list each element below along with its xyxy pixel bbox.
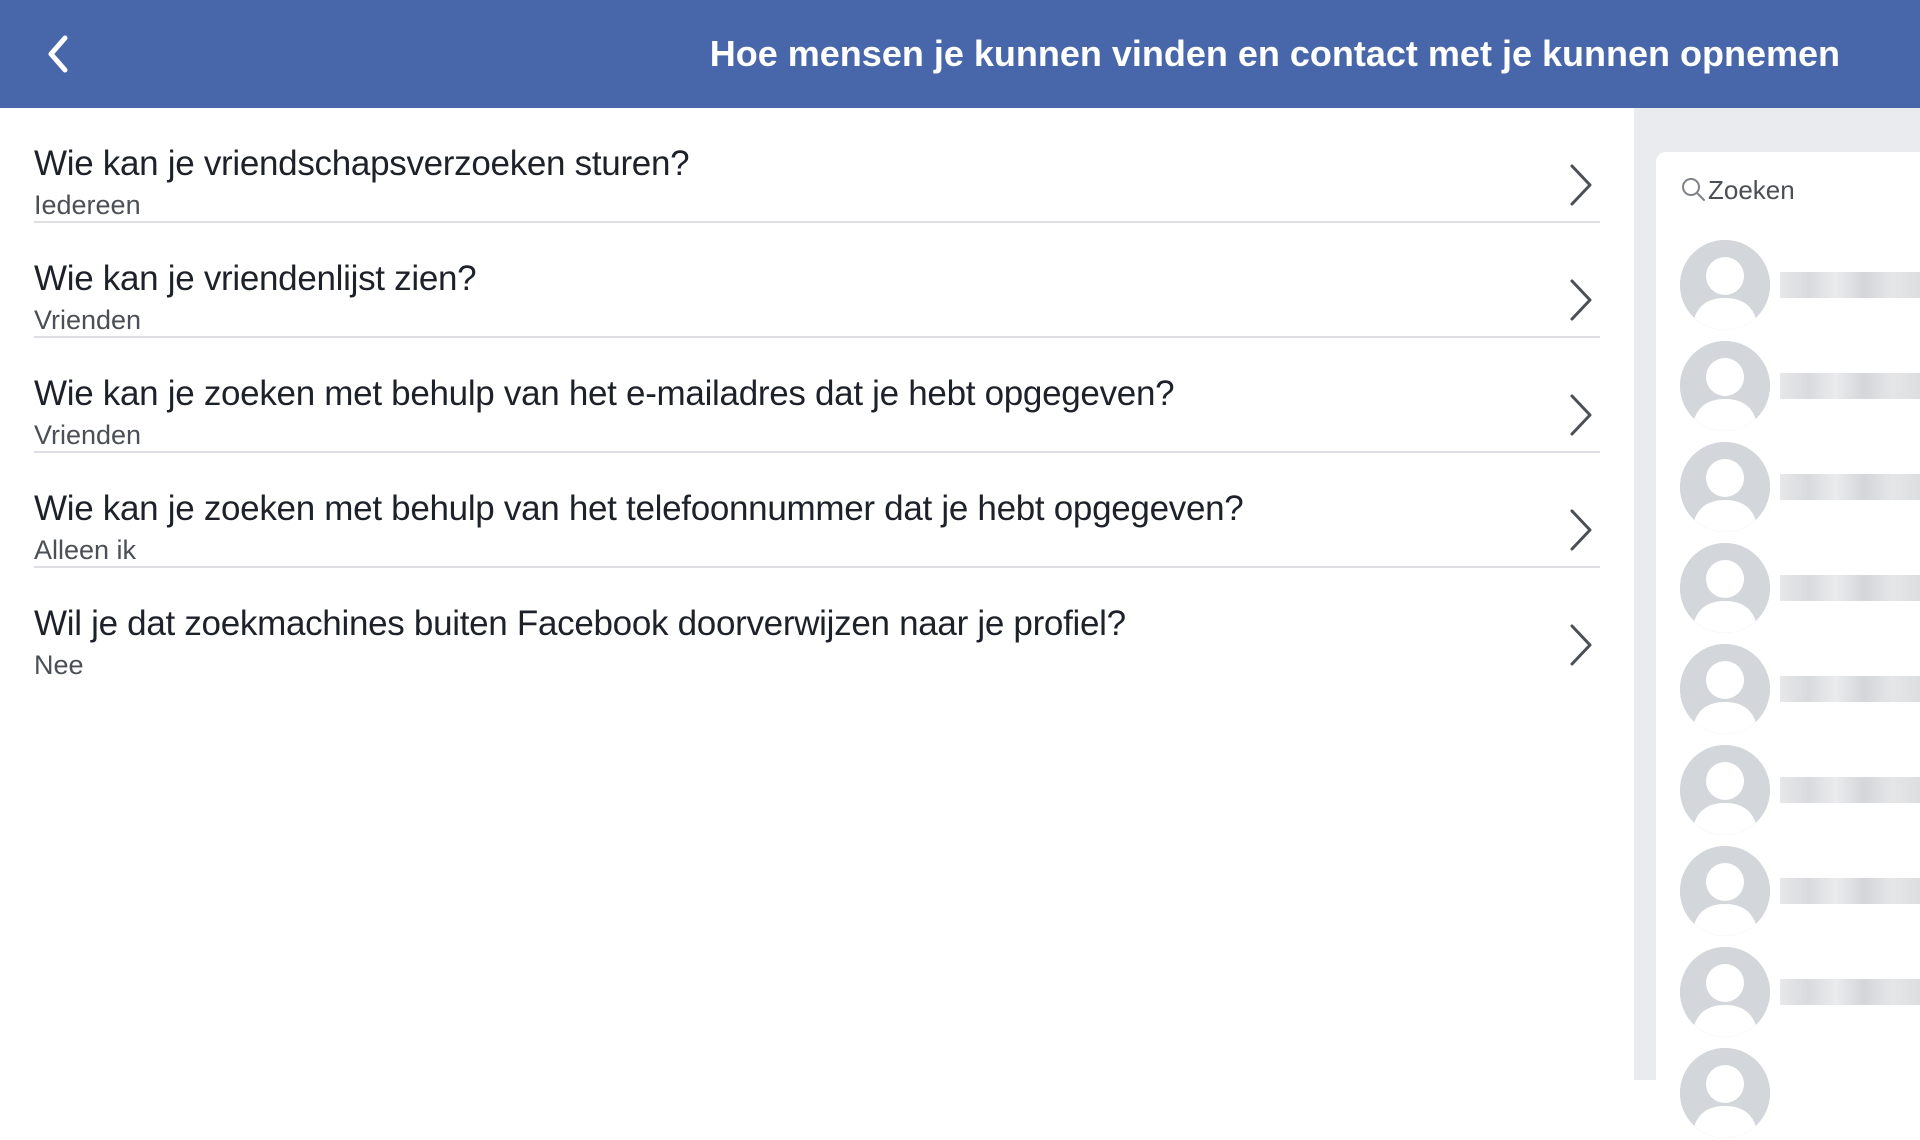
avatar xyxy=(1680,1048,1770,1138)
setting-value: Vrienden xyxy=(34,305,142,335)
setting-value: Nee xyxy=(34,650,84,680)
contacts-sidebar: Zoeken xyxy=(1634,108,1920,1138)
default-avatar-icon xyxy=(1680,442,1770,532)
setting-question: Wie kan je vriendenlijst zien? xyxy=(34,259,477,298)
avatar xyxy=(1680,442,1770,532)
setting-row-search-engines[interactable]: Wil je dat zoekmachines buiten Facebook … xyxy=(34,568,1600,683)
setting-row-friend-requests[interactable]: Wie kan je vriendschapsverzoeken sturen?… xyxy=(34,108,1600,223)
contact-item[interactable] xyxy=(1656,341,1920,433)
contacts-search-input[interactable]: Zoeken xyxy=(1656,152,1920,228)
default-avatar-icon xyxy=(1680,1048,1770,1138)
contact-item[interactable] xyxy=(1656,442,1920,534)
contact-item[interactable] xyxy=(1656,543,1920,635)
contact-item[interactable] xyxy=(1656,846,1920,938)
default-avatar-icon xyxy=(1680,745,1770,835)
contact-name-blurred xyxy=(1780,676,1920,702)
search-icon xyxy=(1682,178,1705,201)
contact-item[interactable] xyxy=(1656,1048,1920,1140)
chevron-right-icon xyxy=(1570,509,1592,551)
contact-name-blurred xyxy=(1780,474,1920,500)
chevron-right-icon xyxy=(1570,164,1592,206)
setting-value: Iedereen xyxy=(34,190,141,220)
contact-item[interactable] xyxy=(1656,947,1920,1039)
chevron-right-icon xyxy=(1570,394,1592,436)
chevron-left-icon xyxy=(48,35,68,73)
setting-value: Vrienden xyxy=(34,420,142,450)
contact-item[interactable] xyxy=(1656,240,1920,332)
contact-name-blurred xyxy=(1780,878,1920,904)
default-avatar-icon xyxy=(1680,947,1770,1037)
setting-row-phone-lookup[interactable]: Wie kan je zoeken met behulp van het tel… xyxy=(34,453,1600,568)
default-avatar-icon xyxy=(1680,240,1770,330)
avatar xyxy=(1680,644,1770,734)
avatar xyxy=(1680,543,1770,633)
setting-question: Wie kan je vriendschapsverzoeken sturen? xyxy=(34,144,690,183)
avatar xyxy=(1680,341,1770,431)
default-avatar-icon xyxy=(1680,644,1770,734)
contact-item[interactable] xyxy=(1656,644,1920,736)
contact-name-blurred xyxy=(1780,272,1920,298)
contact-name-blurred xyxy=(1780,373,1920,399)
chevron-right-icon xyxy=(1570,279,1592,321)
contact-item[interactable] xyxy=(1656,745,1920,837)
avatar xyxy=(1680,745,1770,835)
search-placeholder: Zoeken xyxy=(1708,174,1795,205)
page-title: Hoe mensen je kunnen vinden en contact m… xyxy=(709,33,1840,74)
setting-question: Wie kan je zoeken met behulp van het e-m… xyxy=(34,374,1175,413)
avatar xyxy=(1680,947,1770,1037)
back-button[interactable] xyxy=(30,26,86,82)
default-avatar-icon xyxy=(1680,341,1770,431)
settings-list: Wie kan je vriendschapsverzoeken sturen?… xyxy=(0,108,1634,1080)
default-avatar-icon xyxy=(1680,846,1770,936)
contact-name-blurred xyxy=(1780,575,1920,601)
default-avatar-icon xyxy=(1680,543,1770,633)
setting-row-friend-list[interactable]: Wie kan je vriendenlijst zien? Vrienden xyxy=(34,223,1600,338)
chevron-right-icon xyxy=(1570,624,1592,666)
contact-name-blurred xyxy=(1780,979,1920,1005)
avatar xyxy=(1680,240,1770,330)
contacts-panel: Zoeken xyxy=(1656,152,1920,1138)
contact-name-blurred xyxy=(1780,777,1920,803)
setting-question: Wil je dat zoekmachines buiten Facebook … xyxy=(34,604,1126,643)
top-bar: Hoe mensen je kunnen vinden en contact m… xyxy=(0,0,1920,108)
avatar xyxy=(1680,846,1770,936)
setting-question: Wie kan je zoeken met behulp van het tel… xyxy=(34,489,1244,528)
setting-row-email-lookup[interactable]: Wie kan je zoeken met behulp van het e-m… xyxy=(34,338,1600,453)
setting-value: Alleen ik xyxy=(34,535,137,565)
